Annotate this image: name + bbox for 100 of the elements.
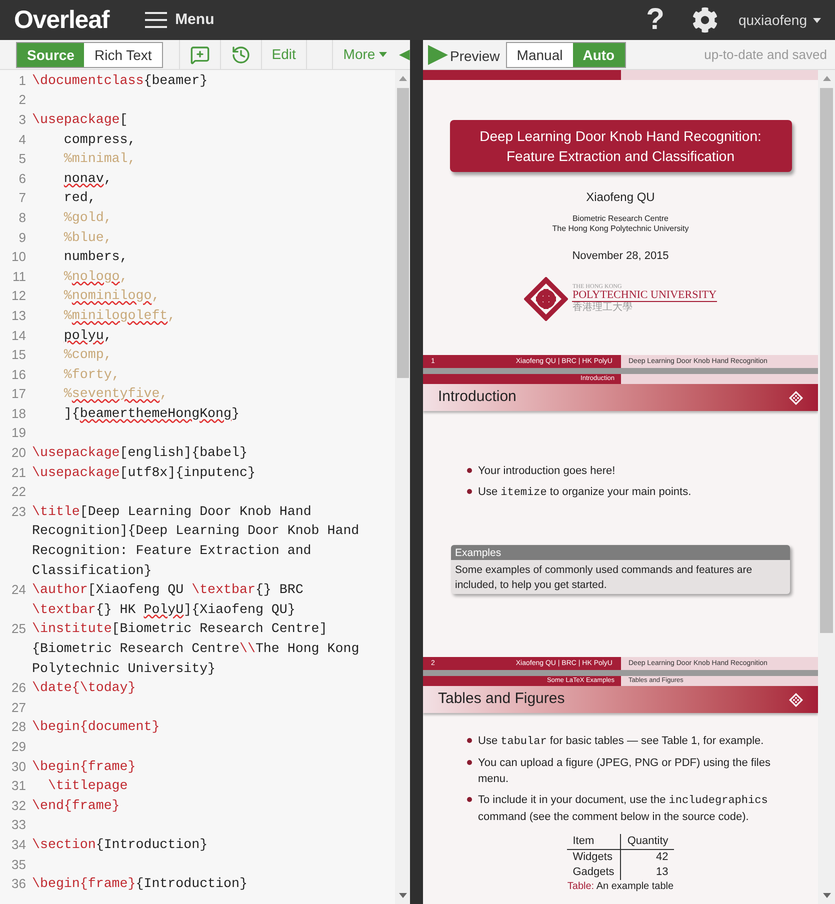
block-title: Examples bbox=[455, 547, 502, 559]
line-number: 10 bbox=[12, 249, 26, 264]
code-line: compress, bbox=[62, 130, 136, 149]
line-number: 14 bbox=[12, 328, 26, 343]
line-number: 2 bbox=[18, 92, 26, 108]
scrollbar[interactable] bbox=[395, 70, 410, 904]
code-line: %blue, bbox=[62, 228, 112, 247]
code-line: \end{frame} bbox=[32, 796, 120, 815]
line-number: 9 bbox=[18, 230, 26, 245]
line-number: 32 bbox=[12, 798, 26, 813]
bullet-text: You can upload a figure (JPEG, PNG or PDF) using the files menu. bbox=[478, 756, 772, 787]
code-line: Polytechnic University} bbox=[32, 660, 216, 678]
mode-tab[interactable]: Manual bbox=[506, 42, 573, 66]
preview-button[interactable]: Preview bbox=[450, 46, 500, 67]
line-number: 29 bbox=[12, 738, 26, 754]
line-number: 19 bbox=[12, 425, 26, 440]
line-number: 18 bbox=[12, 406, 26, 421]
settings-icon[interactable] bbox=[692, 7, 718, 33]
line-number: 17 bbox=[12, 386, 26, 402]
scrollbar[interactable] bbox=[818, 70, 835, 904]
line-number: 24 bbox=[12, 582, 26, 598]
table-header: Quantity bbox=[620, 834, 674, 849]
code-line: \begin{frame} bbox=[32, 758, 136, 776]
scroll-down-icon[interactable] bbox=[822, 893, 830, 898]
line-number: 36 bbox=[12, 876, 26, 892]
code-line: \institute[Biometric Research Centre] bbox=[32, 620, 328, 638]
overleaf-logo[interactable]: Overleaf bbox=[14, 8, 110, 32]
university-logo-icon bbox=[524, 276, 568, 320]
scroll-down-icon[interactable] bbox=[398, 893, 406, 898]
line-number: 22 bbox=[12, 484, 26, 500]
presentation-date: November 28, 2015 bbox=[572, 249, 669, 264]
scroll-up-icon[interactable] bbox=[398, 76, 406, 81]
mode-tab[interactable]: Rich Text bbox=[84, 42, 162, 66]
expand-right-icon[interactable] bbox=[428, 44, 448, 64]
history-icon[interactable] bbox=[230, 44, 251, 64]
knot-icon bbox=[789, 692, 803, 706]
line-number: 5 bbox=[18, 151, 26, 166]
code-line: \usepackage[ bbox=[32, 111, 128, 130]
frame-title: Introduction bbox=[438, 387, 516, 408]
code-line: Recognition: Feature Extraction and bbox=[32, 542, 312, 560]
user-menu[interactable]: quxiaofeng bbox=[738, 10, 821, 30]
block-body: Some examples of commonly used commands and features are included, to help you get started. bbox=[455, 564, 752, 591]
line-number: 30 bbox=[12, 758, 26, 774]
line-number: 28 bbox=[12, 719, 26, 734]
line-number: 27 bbox=[12, 700, 26, 715]
add-comment-icon[interactable] bbox=[190, 44, 210, 64]
logo-text: 香港理工大學 bbox=[572, 303, 634, 313]
code-line: \begin{document} bbox=[32, 718, 160, 736]
bullet-icon bbox=[467, 468, 472, 473]
knot-icon bbox=[789, 390, 803, 404]
mode-tab[interactable]: Source bbox=[17, 42, 84, 66]
institute-line: The Hong Kong Polytechnic University bbox=[552, 224, 689, 234]
code-line: \textbar{} HK PolyU]{Xiaofeng QU} bbox=[32, 600, 296, 619]
caret-icon bbox=[379, 52, 388, 57]
line-number: 11 bbox=[12, 268, 26, 284]
line-number: 12 bbox=[12, 288, 26, 304]
code-line: %minimal, bbox=[62, 150, 136, 168]
table-cell: 42 bbox=[620, 849, 674, 864]
mode-tab[interactable]: Auto bbox=[572, 42, 625, 66]
bullet-text: To include it in your document, use the includegraphics command (see the comment below in the source code). bbox=[478, 792, 769, 825]
line-number: 26 bbox=[12, 680, 26, 696]
institute-line: Biometric Research Centre bbox=[572, 214, 669, 224]
table-header: Item bbox=[566, 834, 621, 849]
code-line: \date{\today} bbox=[32, 679, 136, 698]
author-name: Xiaofeng QU bbox=[586, 189, 655, 206]
code-line: ]{beamerthemeHongKong} bbox=[62, 404, 240, 423]
code-line: \usepackage[english]{babel} bbox=[32, 444, 248, 462]
code-line: \section{Introduction} bbox=[32, 836, 208, 854]
line-number: 34 bbox=[12, 836, 26, 852]
line-number: 15 bbox=[12, 347, 26, 362]
code-line: Classification} bbox=[32, 562, 152, 580]
line-number: 8 bbox=[18, 210, 26, 225]
line-number: 16 bbox=[12, 366, 26, 382]
menu-button[interactable]: Menu bbox=[145, 8, 214, 32]
table-cell: 13 bbox=[620, 864, 674, 880]
code-line: \documentclass{beamer} bbox=[32, 72, 208, 90]
code-line: nonav, bbox=[62, 170, 112, 188]
line-number: 20 bbox=[12, 445, 26, 460]
line-number: 7 bbox=[18, 190, 26, 206]
bullet-text: Your introduction goes here! bbox=[478, 464, 616, 479]
line-number: 13 bbox=[12, 308, 26, 323]
code-line: \titlepage bbox=[46, 777, 128, 796]
bullet-icon bbox=[467, 760, 472, 764]
help-button[interactable]: ? bbox=[646, 5, 664, 35]
line-number: 25 bbox=[12, 621, 26, 636]
line-number: 1 bbox=[18, 72, 26, 88]
line-number: 4 bbox=[18, 132, 26, 147]
bullet-icon bbox=[467, 738, 472, 743]
code-line: \title[Deep Learning Door Knob Hand bbox=[32, 502, 312, 521]
code-line: polyu, bbox=[62, 326, 112, 345]
code-line: %comp, bbox=[62, 346, 112, 364]
frame-title: Tables and Figures bbox=[438, 689, 565, 710]
scroll-up-icon[interactable] bbox=[822, 76, 830, 81]
caret-icon bbox=[813, 18, 821, 22]
bullet-text: Use itemize to organize your main points. bbox=[478, 484, 692, 500]
line-number: 23 bbox=[12, 504, 26, 519]
bullet-icon bbox=[467, 488, 472, 494]
code-line: {Biometric Research Centre\\The Hong Kong bbox=[32, 640, 360, 658]
save-status: up-to-date and saved bbox=[704, 46, 827, 64]
code-line: %nologo, bbox=[62, 268, 128, 286]
